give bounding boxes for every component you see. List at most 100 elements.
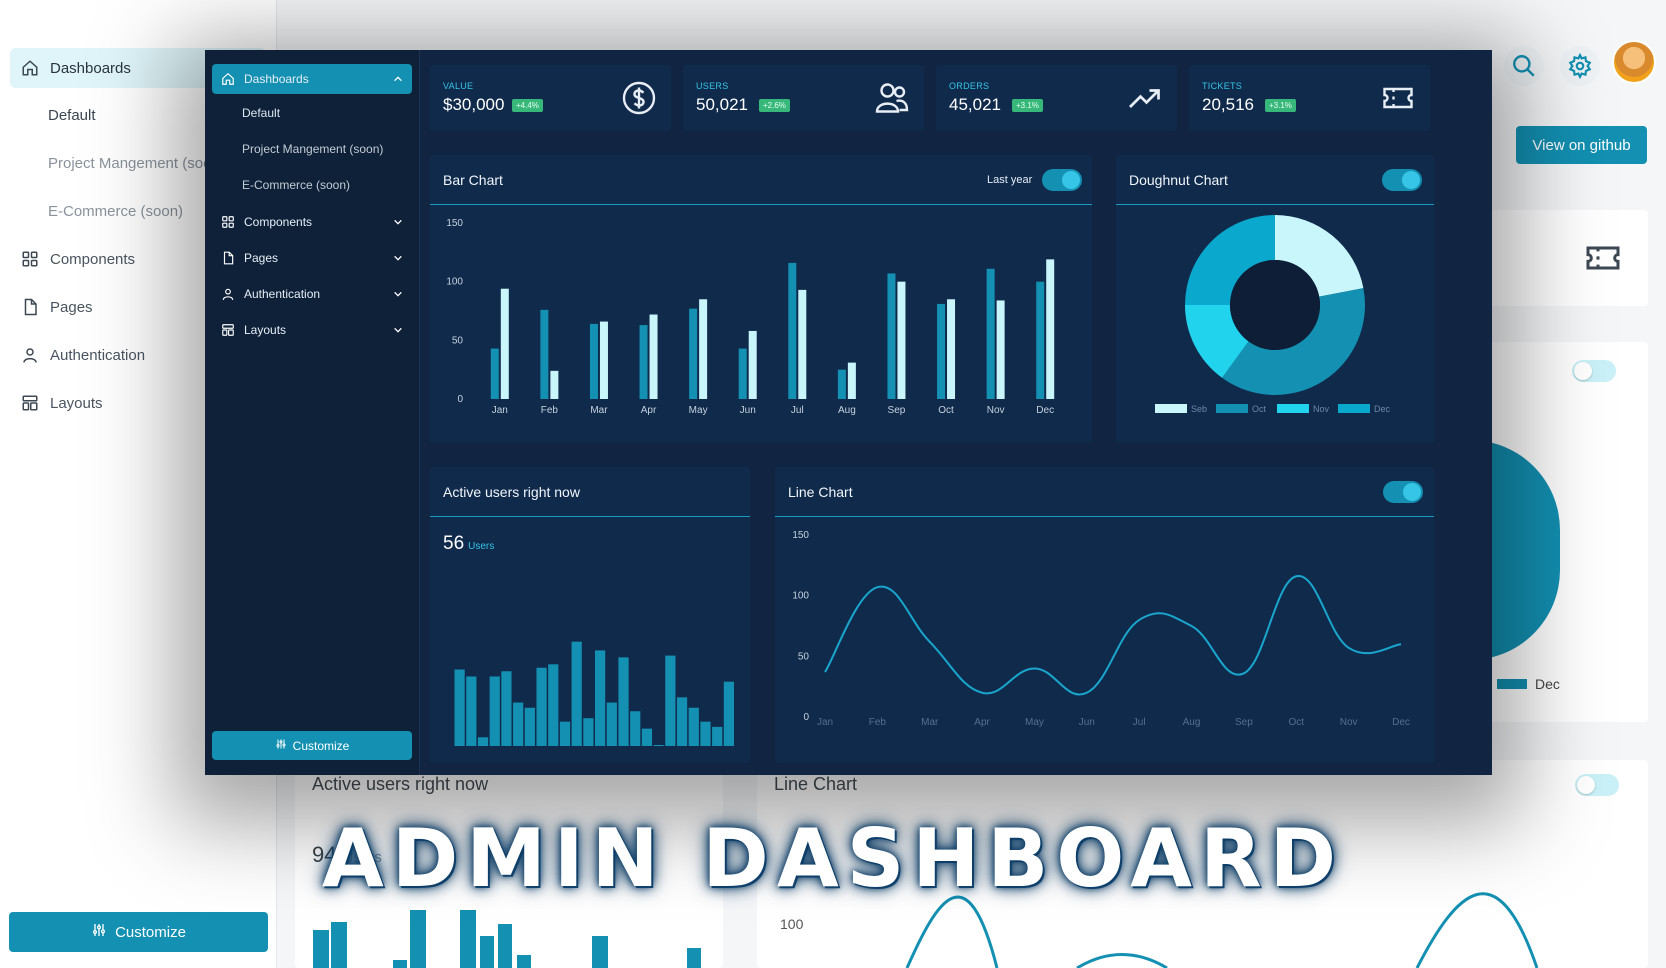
bar bbox=[501, 671, 512, 746]
x-tick-label: Mar bbox=[921, 717, 939, 728]
grid-icon bbox=[20, 249, 40, 269]
search-icon[interactable] bbox=[1504, 46, 1544, 86]
line-series bbox=[824, 575, 1402, 696]
active-users-chart bbox=[454, 641, 734, 746]
bar bbox=[986, 268, 995, 399]
customize-button[interactable]: Customize bbox=[212, 731, 412, 760]
stat-value: 45,021 bbox=[949, 95, 1001, 114]
sidebar-item-dashboards[interactable]: Dashboards bbox=[212, 64, 412, 94]
bg-bar bbox=[592, 936, 608, 968]
x-tick-label: Nov bbox=[1340, 717, 1358, 728]
bg-toggle[interactable] bbox=[1572, 360, 1616, 382]
x-tick-label: Dec bbox=[1392, 717, 1410, 728]
active-users-unit: Users bbox=[468, 541, 495, 552]
gear-icon[interactable] bbox=[1560, 46, 1600, 86]
bg-sidebar-label: Layouts bbox=[50, 394, 103, 412]
bar bbox=[700, 721, 711, 746]
legend-swatch bbox=[1216, 404, 1248, 413]
sidebar-item-label: Components bbox=[244, 215, 313, 229]
bar bbox=[477, 737, 489, 746]
bg-customize-button[interactable]: Customize bbox=[9, 912, 268, 952]
stat-label: USERS bbox=[696, 81, 729, 91]
stat-badge: +2.6% bbox=[759, 99, 790, 112]
page-icon bbox=[220, 250, 236, 266]
bar bbox=[798, 289, 807, 399]
bg-sub-project[interactable]: Project Mangement (soon) bbox=[48, 155, 208, 172]
bar bbox=[641, 728, 653, 746]
bar bbox=[738, 348, 747, 399]
bar bbox=[947, 299, 956, 399]
bar bbox=[665, 655, 676, 746]
x-tick-label: Oct bbox=[938, 405, 954, 416]
y-tick-label: 150 bbox=[446, 218, 463, 229]
line-chart-toggle[interactable] bbox=[1383, 481, 1423, 503]
bg-sub-ecommerce[interactable]: E-Commerce (soon) bbox=[48, 203, 183, 220]
bg-line-title: Line Chart bbox=[774, 774, 858, 794]
sidebar-item-authentication[interactable]: Authentication bbox=[212, 279, 412, 309]
sidebar-sub-project[interactable]: Project Mangement (soon) bbox=[242, 142, 383, 156]
bar bbox=[454, 669, 465, 746]
x-tick-label: May bbox=[689, 405, 708, 416]
x-tick-label: Dec bbox=[1036, 405, 1054, 416]
sidebar-item-pages[interactable]: Pages bbox=[212, 243, 412, 273]
sidebar-item-layouts[interactable]: Layouts bbox=[212, 315, 412, 345]
avatar[interactable] bbox=[1612, 40, 1656, 84]
sliders-icon bbox=[275, 738, 287, 753]
bg-sub-default[interactable]: Default bbox=[48, 107, 96, 124]
active-users-card: Active users right now 56 Users bbox=[430, 467, 750, 763]
dollar-icon bbox=[622, 81, 656, 115]
doughnut-toggle[interactable] bbox=[1382, 169, 1422, 191]
line-chart-title: Line Chart bbox=[788, 484, 853, 500]
y-tick-label: 100 bbox=[792, 591, 809, 602]
layout-icon bbox=[20, 393, 40, 413]
bar bbox=[500, 288, 509, 399]
y-tick-label: 50 bbox=[798, 651, 810, 662]
bg-bar bbox=[517, 955, 531, 968]
sidebar-item-components[interactable]: Components bbox=[212, 207, 412, 237]
bar bbox=[748, 330, 757, 399]
last-year-toggle[interactable] bbox=[1042, 169, 1082, 191]
x-tick-label: Apr bbox=[974, 717, 990, 728]
customize-label: Customize bbox=[292, 738, 350, 753]
sidebar-item-label: Layouts bbox=[244, 323, 287, 337]
bar-chart: 0 50 100 150 Jan Feb Mar Apr May Jun Jul Aug Sep Oct N… bbox=[446, 218, 1055, 416]
legend-label: Seb bbox=[1191, 404, 1207, 414]
bar bbox=[653, 745, 664, 746]
bg-toggle[interactable] bbox=[1575, 774, 1619, 796]
bg-active-users-title: Active users right now bbox=[312, 774, 489, 794]
ticket-icon bbox=[1580, 238, 1626, 283]
bar bbox=[490, 348, 499, 399]
bar bbox=[937, 303, 946, 399]
card-header: Doughnut Chart bbox=[1116, 155, 1434, 205]
sidebar-sub-default[interactable]: Default bbox=[242, 106, 280, 120]
stat-label: VALUE bbox=[443, 81, 474, 91]
bar bbox=[524, 707, 535, 746]
bar bbox=[996, 300, 1005, 399]
bg-sidebar-label: Components bbox=[50, 250, 136, 268]
bg-bar bbox=[393, 960, 407, 968]
stat-card-users: USERS 50,021 +2.6% bbox=[683, 65, 924, 131]
bg-customize-label: Customize bbox=[115, 923, 186, 941]
bar bbox=[595, 650, 606, 746]
active-users-value: 56 bbox=[443, 533, 465, 554]
bar bbox=[689, 308, 698, 399]
x-tick-label: May bbox=[1025, 717, 1044, 728]
bar bbox=[897, 281, 906, 399]
x-tick-label: Apr bbox=[641, 405, 657, 416]
view-on-github-button[interactable]: View on github bbox=[1516, 126, 1647, 164]
legend-swatch bbox=[1497, 679, 1527, 689]
x-tick-label: Aug bbox=[838, 405, 856, 416]
card-header: Active users right now bbox=[430, 467, 750, 517]
sidebar-sub-ecommerce[interactable]: E-Commerce (soon) bbox=[242, 178, 350, 192]
x-tick-label: Jul bbox=[791, 405, 804, 416]
bg-bar bbox=[313, 930, 329, 968]
x-tick-label: Jan bbox=[492, 405, 508, 416]
doughnut-hole bbox=[1230, 260, 1320, 350]
stat-label: ORDERS bbox=[949, 81, 990, 91]
bg-bar bbox=[480, 936, 494, 968]
x-tick-label: Nov bbox=[987, 405, 1005, 416]
bar bbox=[540, 309, 549, 399]
x-tick-label: Feb bbox=[541, 405, 559, 416]
bar bbox=[583, 718, 594, 746]
stat-value: 50,021 bbox=[696, 95, 748, 114]
